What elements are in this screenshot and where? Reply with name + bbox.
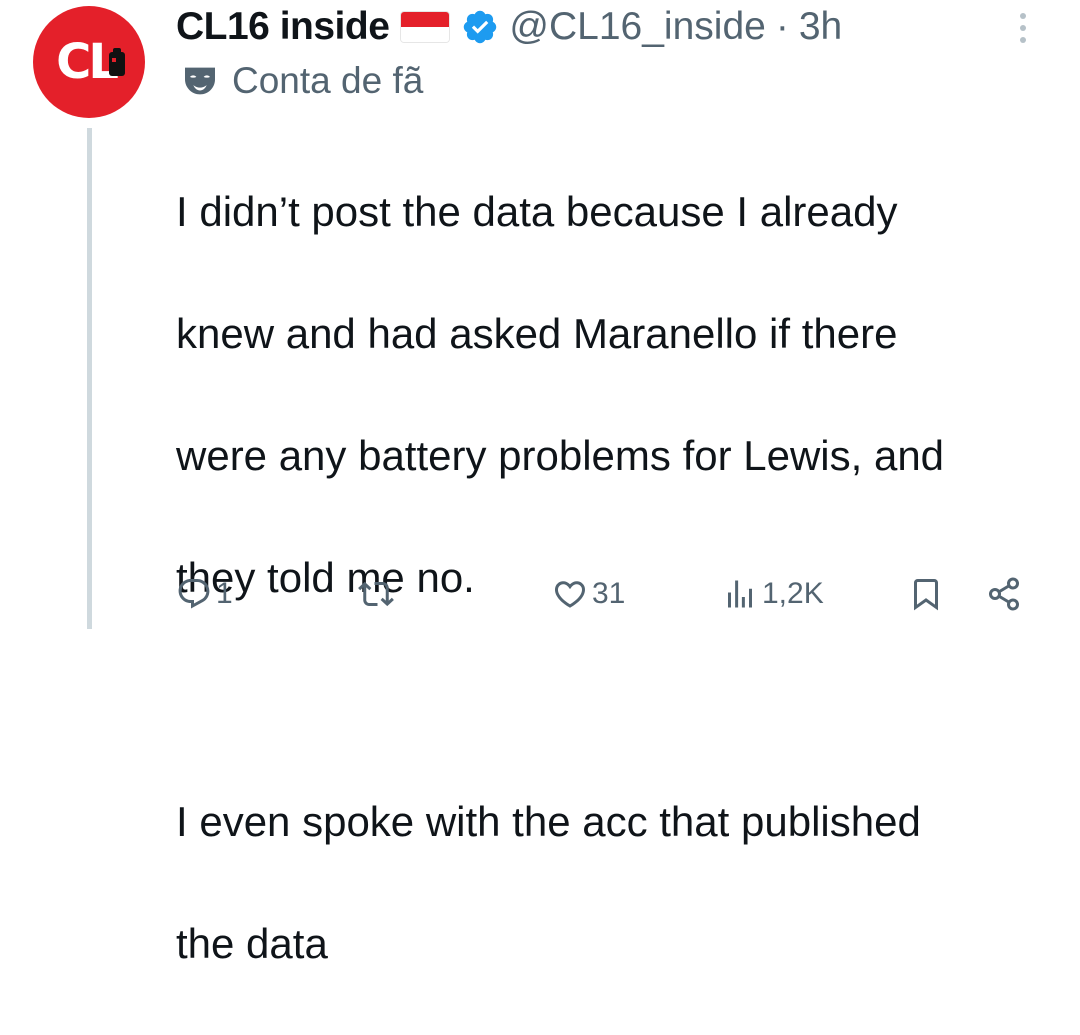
reply-button[interactable]: 1	[176, 572, 233, 616]
heart-icon	[554, 581, 586, 608]
post-text-line: I even spoke with the acc that published	[176, 798, 921, 845]
separator-dot: ·	[775, 5, 789, 48]
display-name[interactable]: CL16 inside	[176, 5, 390, 49]
views-count: 1,2K	[762, 577, 824, 610]
account-label-text: Conta de fã	[232, 60, 424, 101]
like-button[interactable]: 31	[552, 572, 625, 616]
account-label: Conta de fã	[180, 60, 423, 102]
post-text-line: were any battery problems for Lewis, and	[176, 432, 945, 479]
post-text-line: the data	[176, 920, 328, 967]
post-text-line: knew and had asked Maranello if there	[176, 310, 898, 357]
like-count: 31	[592, 577, 626, 610]
verified-badge-icon	[464, 10, 497, 44]
post-text-line: I didn’t post the data because I already	[176, 188, 898, 235]
avatar[interactable]: CL	[33, 6, 145, 118]
avatar-figure-icon	[109, 48, 125, 76]
post-time[interactable]: 3h	[799, 5, 842, 49]
reply-count: 1	[216, 577, 233, 610]
bookmark-button[interactable]	[908, 572, 944, 616]
thread-line	[87, 128, 92, 629]
views-icon	[728, 580, 752, 608]
repost-icon	[358, 581, 394, 607]
views-button[interactable]: 1,2K	[722, 572, 824, 616]
handle[interactable]: @CL16_inside	[509, 5, 765, 49]
more-vertical-icon[interactable]	[1013, 8, 1033, 48]
reply-icon	[178, 579, 210, 609]
mask-icon	[185, 67, 215, 95]
share-button[interactable]	[986, 572, 1022, 616]
indonesia-flag-icon	[401, 12, 450, 42]
repost-button[interactable]	[358, 572, 398, 616]
post-text-blank-line	[176, 669, 1056, 730]
share-icon	[989, 577, 1019, 611]
action-bar: 1 31 1,2K	[0, 572, 1080, 616]
post-header: CL16 inside @CL16_inside · 3h	[176, 4, 842, 50]
bookmark-icon	[914, 579, 938, 611]
